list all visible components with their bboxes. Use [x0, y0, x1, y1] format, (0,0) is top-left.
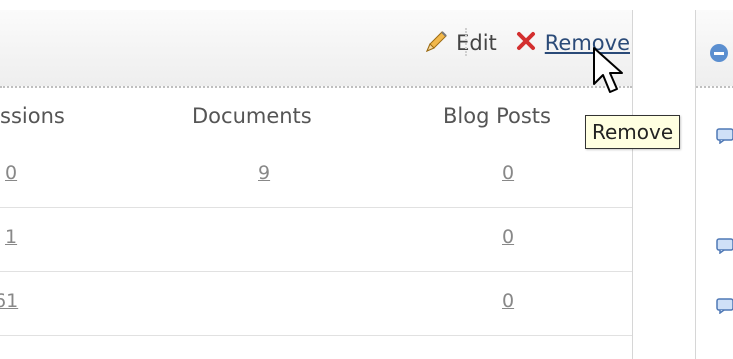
cell-discussions[interactable]: 61: [0, 290, 18, 312]
comment-icon[interactable]: [716, 298, 733, 314]
comment-icon[interactable]: [716, 128, 733, 144]
panel: Edit Remove ssions Documents Blog Posts …: [0, 10, 633, 359]
panel-header: Edit Remove: [0, 10, 632, 88]
side-panel-header: [696, 10, 733, 88]
comment-icon[interactable]: [716, 238, 733, 254]
cell-blog-posts[interactable]: 0: [502, 290, 514, 312]
col-discussions: ssions: [0, 104, 65, 128]
col-blog-posts: Blog Posts: [443, 104, 551, 128]
minus-circle-icon[interactable]: [710, 44, 728, 62]
action-separator: [465, 28, 467, 56]
cell-discussions[interactable]: 0: [5, 162, 17, 184]
table-row: 0 9 0: [0, 144, 632, 208]
table-row: 61 0: [0, 272, 632, 336]
col-documents: Documents: [192, 104, 312, 128]
x-icon: [515, 30, 537, 56]
cell-blog-posts[interactable]: 0: [502, 162, 514, 184]
edit-label: Edit: [456, 31, 497, 55]
mouse-pointer-icon: [593, 47, 623, 93]
cell-blog-posts[interactable]: 0: [502, 226, 514, 248]
table-row: 1 0: [0, 208, 632, 272]
edit-button[interactable]: Edit: [424, 28, 497, 58]
side-panel: [695, 10, 733, 359]
remove-tooltip: Remove: [585, 115, 681, 149]
cell-discussions[interactable]: 1: [5, 226, 17, 248]
pencil-icon: [424, 28, 450, 58]
cell-documents[interactable]: 9: [258, 162, 270, 184]
